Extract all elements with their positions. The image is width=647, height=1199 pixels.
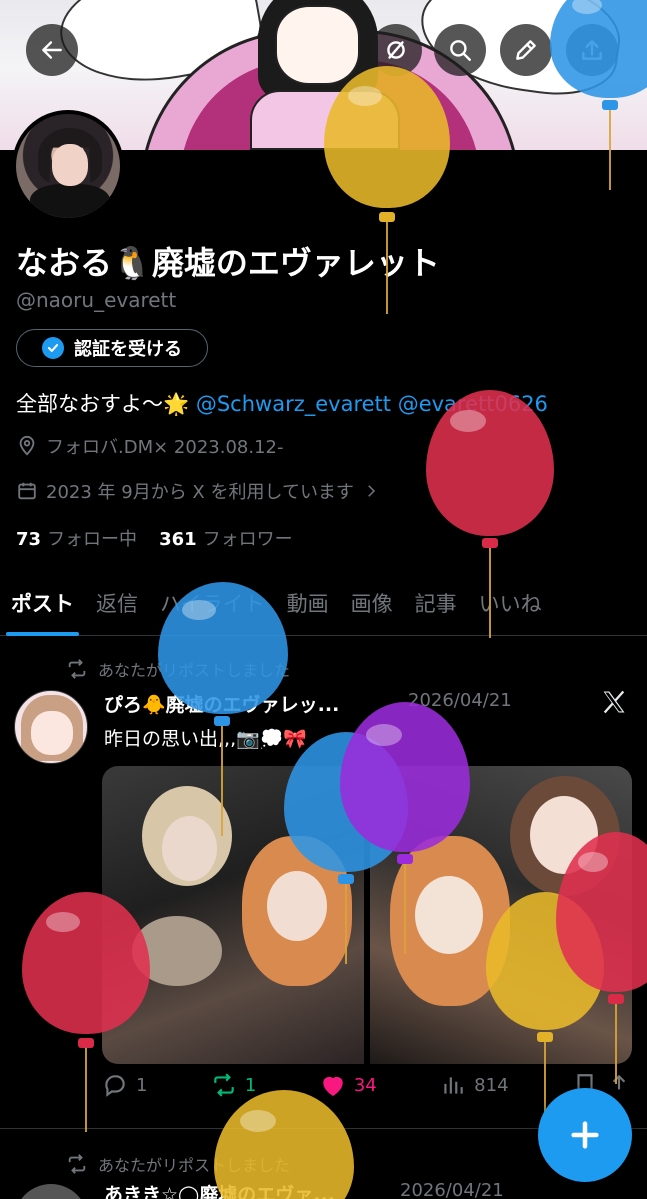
post-author-name[interactable]: あきき☆◯廃墟のエヴァ...	[104, 1180, 335, 1199]
bio-mention-link[interactable]: @Schwarz_evarett	[196, 392, 391, 416]
search-button[interactable]	[434, 24, 486, 76]
bio-mention-link[interactable]: @evarett0626	[398, 392, 548, 416]
repost-indicator: あなたがリポストしました	[66, 657, 290, 681]
post-photo[interactable]	[102, 766, 364, 1064]
handle: @naoru_evarett	[16, 288, 177, 312]
mute-button[interactable]	[370, 24, 422, 76]
circle-slash-icon	[387, 41, 405, 59]
followers-label: フォロワー	[202, 529, 293, 550]
profile-tabs: ポスト 返信 ハイライト 動画 画像 記事 いいね	[0, 570, 647, 636]
search-icon	[450, 40, 471, 61]
post-author-avatar[interactable]	[14, 690, 88, 764]
reply-icon	[105, 1075, 125, 1097]
followers-count: 361	[159, 529, 197, 550]
reply-count: 1	[136, 1074, 148, 1096]
repost-icon	[68, 1154, 86, 1174]
upload-icon	[582, 40, 602, 60]
plus-icon	[571, 1121, 599, 1149]
followers-link[interactable]: 361 フォロワー	[159, 525, 293, 551]
back-button[interactable]	[26, 24, 78, 76]
joined-row[interactable]: 2023 年 9月から X を利用しています	[16, 478, 380, 504]
x-logo-icon[interactable]	[600, 688, 628, 716]
compose-button[interactable]	[538, 1088, 632, 1182]
post-actions: 1 1 34 814	[102, 1072, 632, 1098]
bar-chart-icon	[444, 1077, 463, 1094]
view-count: 814	[474, 1074, 509, 1096]
repost-icon	[68, 659, 86, 679]
repost-label: あなたがリポストしました	[98, 1156, 291, 1175]
heart-icon	[323, 1076, 343, 1097]
share-button[interactable]	[566, 24, 618, 76]
following-link[interactable]: 73 フォロー中	[16, 525, 137, 551]
share-icon[interactable]	[606, 1072, 632, 1098]
repost-icon	[214, 1073, 234, 1097]
tab-videos[interactable]: 動画	[276, 570, 340, 636]
tab-highlights[interactable]: ハイライト	[149, 570, 276, 636]
bio: 全部なおすよ〜🌟 @Schwarz_evarett @evarett0626	[16, 388, 548, 418]
arrow-left-icon	[42, 41, 62, 59]
follow-stats: 73 フォロー中 361 フォロワー	[16, 525, 293, 551]
like-count: 34	[353, 1074, 377, 1096]
post-date: 2026/04/21	[400, 1180, 504, 1199]
tab-likes[interactable]: いいね	[468, 570, 553, 636]
get-verified-label: 認証を受ける	[74, 339, 182, 360]
repost-indicator: あなたがリポストしました	[66, 1152, 290, 1176]
edit-button[interactable]	[500, 24, 552, 76]
calendar-icon	[18, 482, 36, 500]
joined-text: 2023 年 9月から X を利用しています	[46, 482, 354, 503]
get-verified-button[interactable]: 認証を受ける	[16, 329, 208, 367]
display-name: なおる🐧廃墟のエヴァレット	[16, 244, 440, 282]
post-author-avatar[interactable]	[14, 1184, 88, 1199]
location-text: フォロバ.DM× 2023.08.12-	[46, 437, 284, 458]
post-media[interactable]	[102, 766, 632, 1064]
bio-text: 全部なおすよ〜🌟	[16, 392, 190, 416]
post-author-name[interactable]: ぴろ🐥廃墟のエヴァレッ...	[104, 690, 339, 717]
location-pin-icon	[19, 435, 35, 456]
post-text: 昨日の思い出,,,📷💭🎀	[104, 728, 308, 750]
following-count: 73	[16, 529, 42, 550]
post-date: 2026/04/21	[408, 690, 512, 711]
post-photo[interactable]	[370, 766, 632, 1064]
verified-badge-icon	[42, 337, 64, 359]
chevron-right-icon	[368, 485, 375, 497]
reply-button[interactable]: 1	[102, 1072, 147, 1098]
tab-articles[interactable]: 記事	[404, 570, 468, 636]
repost-label: あなたがリポストしました	[98, 661, 291, 680]
pencil-icon	[516, 40, 536, 60]
repost-button[interactable]: 1	[211, 1072, 256, 1098]
tab-photos[interactable]: 画像	[340, 570, 404, 636]
tab-posts[interactable]: ポスト	[0, 570, 85, 636]
following-label: フォロー中	[47, 529, 138, 550]
like-button[interactable]: 34	[320, 1072, 377, 1098]
tab-replies[interactable]: 返信	[85, 570, 149, 636]
views-button[interactable]: 814	[440, 1072, 509, 1098]
profile-avatar[interactable]	[12, 110, 124, 222]
repost-count: 1	[244, 1074, 257, 1096]
location-row: フォロバ.DM× 2023.08.12-	[16, 433, 283, 459]
